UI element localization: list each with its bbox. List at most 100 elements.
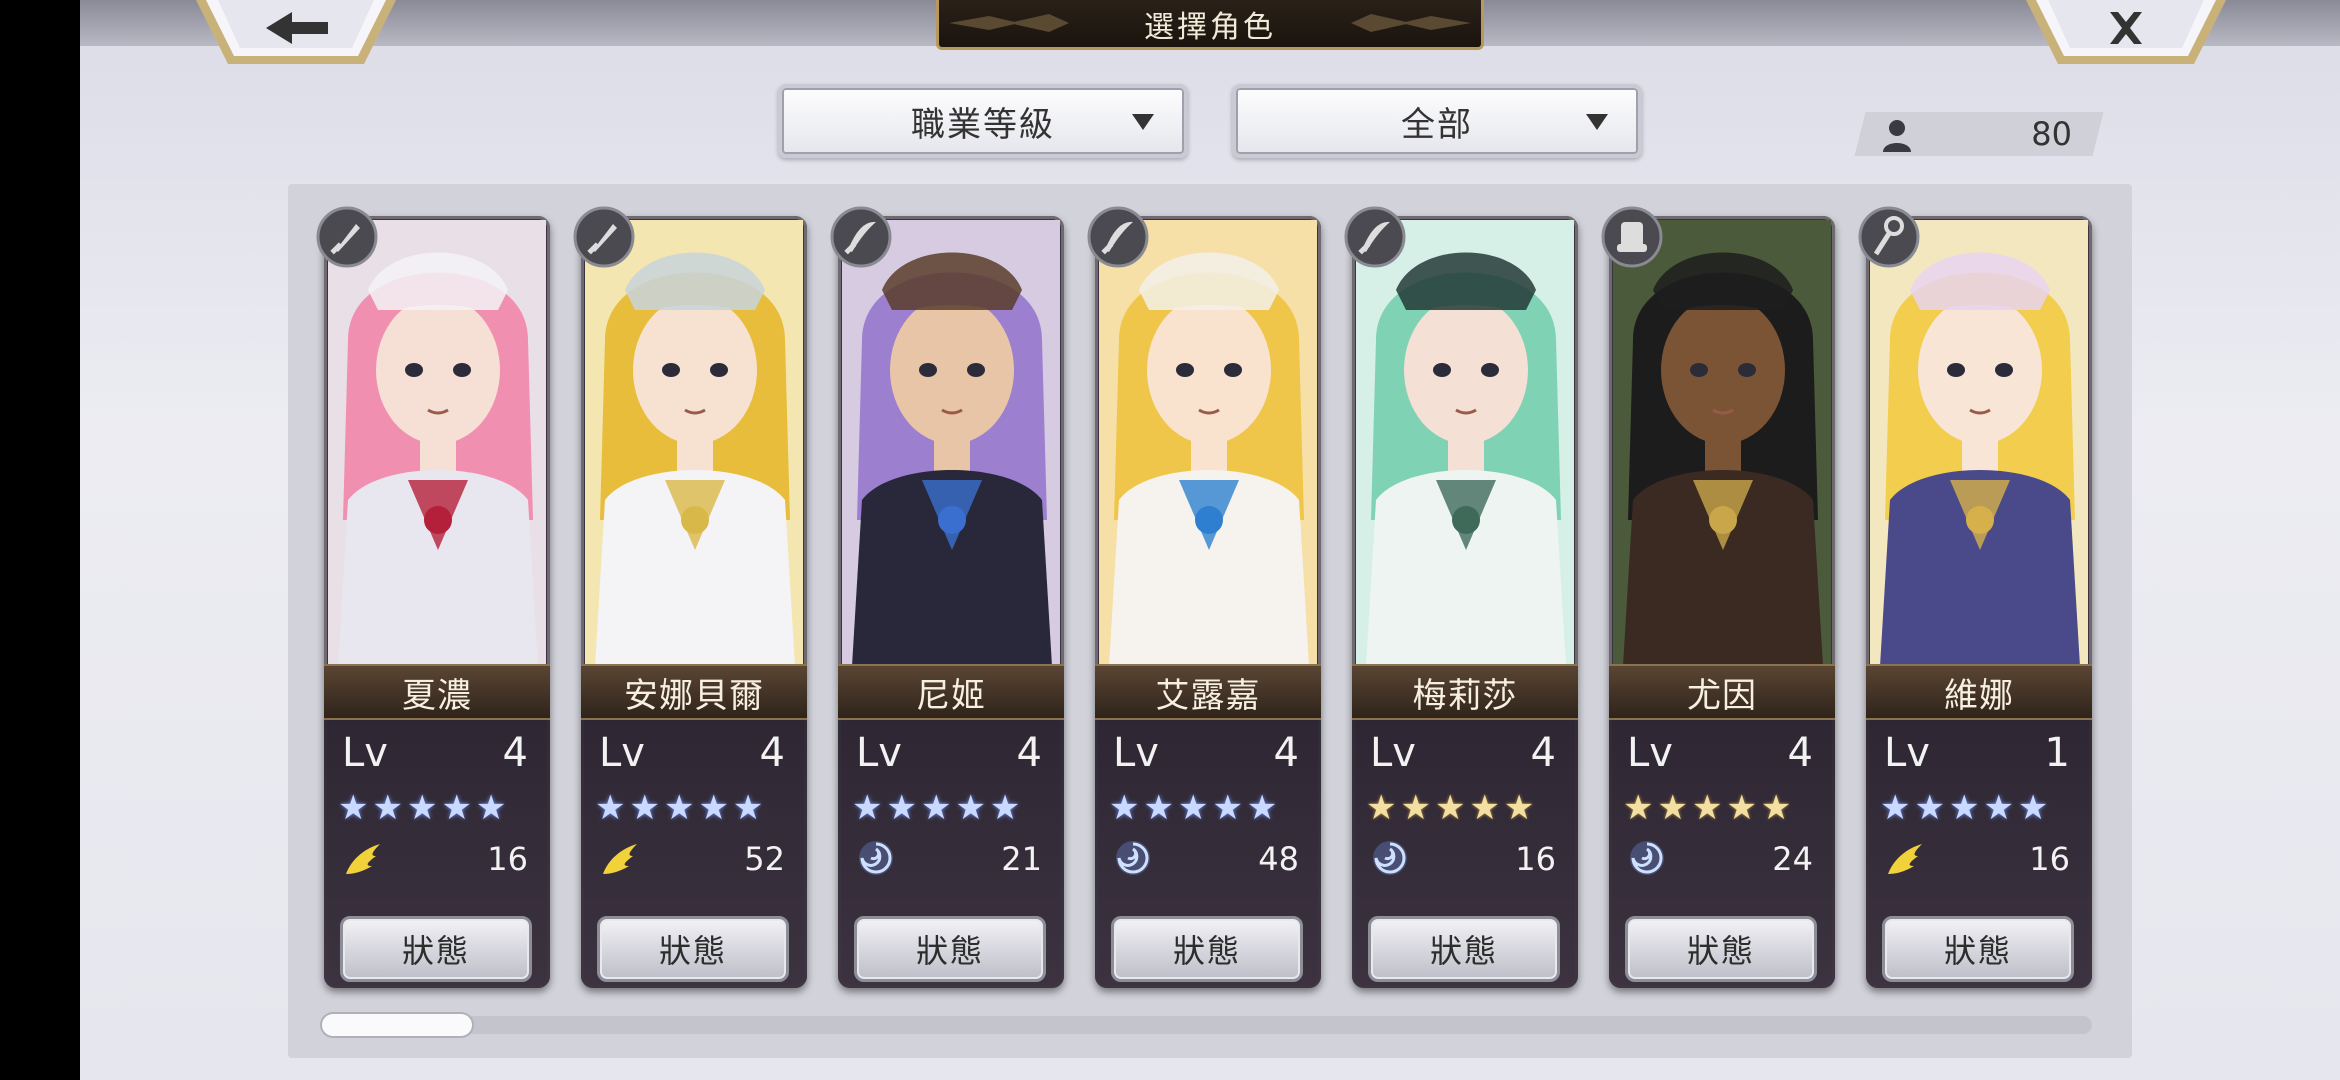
card-frame: 尤因 Lv 4 ★★★★★ 24 狀態 (1609, 216, 1835, 988)
character-card[interactable]: 梅莉莎 Lv 4 ★★★★★ 16 狀態 (1344, 206, 1578, 988)
card-frame: 艾露嘉 Lv 4 ★★★★★ 48 狀態 (1095, 216, 1321, 988)
close-icon (2026, 0, 2226, 64)
back-button[interactable] (196, 0, 396, 64)
character-portrait[interactable] (1099, 220, 1317, 666)
character-card[interactable]: 艾露嘉 Lv 4 ★★★★★ 48 狀態 (1087, 206, 1321, 988)
status-button[interactable]: 狀態 (1882, 916, 2074, 982)
level-value: 4 (1530, 730, 1556, 776)
character-portrait[interactable] (1356, 220, 1574, 666)
character-name: 梅莉莎 (1352, 664, 1578, 720)
character-portrait-art (842, 220, 1060, 666)
chevron-down-icon (1132, 114, 1154, 130)
level-label: Lv (599, 730, 645, 776)
status-button[interactable]: 狀態 (340, 916, 532, 982)
character-count: 80 (2031, 115, 2072, 153)
element-value: 16 (487, 840, 528, 878)
star-rating: ★★★★★ (338, 788, 511, 828)
staff-icon (1858, 206, 1920, 268)
category-dropdown[interactable]: 全部 (1232, 84, 1642, 158)
status-button[interactable]: 狀態 (597, 916, 789, 982)
level-value: 4 (502, 730, 528, 776)
status-button[interactable]: 狀態 (1625, 916, 1817, 982)
person-icon (1883, 120, 1911, 152)
blade-icon (1344, 206, 1406, 268)
level-label: Lv (1884, 730, 1930, 776)
level-label: Lv (1113, 730, 1159, 776)
arrow-left-icon (196, 0, 396, 64)
level-value: 4 (1273, 730, 1299, 776)
swirl-icon (856, 838, 896, 878)
character-name: 艾露嘉 (1095, 664, 1321, 720)
character-portrait[interactable] (1870, 220, 2088, 666)
status-button[interactable]: 狀態 (854, 916, 1046, 982)
ornament-icon (1351, 14, 1471, 32)
gauntlet-icon (1601, 206, 1663, 268)
swirl-icon (1627, 838, 1667, 878)
card-frame: 安娜貝爾 Lv 4 ★★★★★ 52 狀態 (581, 216, 807, 988)
character-portrait-art (1099, 220, 1317, 666)
character-info: Lv 4 ★★★★★ 52 狀態 (581, 720, 807, 988)
card-frame: 梅莉莎 Lv 4 ★★★★★ 16 狀態 (1352, 216, 1578, 988)
chevron-down-icon (1586, 114, 1608, 130)
close-button[interactable] (2026, 0, 2226, 64)
title-text: 選擇角色 (1144, 9, 1276, 45)
level-value: 4 (1016, 730, 1042, 776)
character-portrait[interactable] (585, 220, 803, 666)
level-value: 4 (759, 730, 785, 776)
element-value: 48 (1258, 840, 1299, 878)
card-frame: 尼姬 Lv 4 ★★★★★ 21 狀態 (838, 216, 1064, 988)
status-button[interactable]: 狀態 (1111, 916, 1303, 982)
horizontal-scrollbar[interactable] (322, 1016, 2092, 1034)
character-portrait[interactable] (1613, 220, 1831, 666)
sort-dropdown[interactable]: 職業等級 (778, 84, 1188, 158)
ornament-icon (949, 14, 1069, 32)
element-value: 16 (1515, 840, 1556, 878)
blade-icon (1087, 206, 1149, 268)
card-frame: 維娜 Lv 1 ★★★★★ 16 狀態 (1866, 216, 2092, 988)
sword-icon (316, 206, 378, 268)
element-value: 21 (1001, 840, 1042, 878)
character-info: Lv 1 ★★★★★ 16 狀態 (1866, 720, 2092, 988)
star-rating: ★★★★★ (1623, 788, 1796, 828)
character-portrait[interactable] (842, 220, 1060, 666)
character-portrait-art (1870, 220, 2088, 666)
character-card[interactable]: 夏濃 Lv 4 ★★★★★ 16 狀態 (316, 206, 550, 988)
character-name: 尤因 (1609, 664, 1835, 720)
star-rating: ★★★★★ (1366, 788, 1539, 828)
character-name: 維娜 (1866, 664, 2092, 720)
status-button[interactable]: 狀態 (1368, 916, 1560, 982)
swirl-icon (1113, 838, 1153, 878)
character-card[interactable]: 安娜貝爾 Lv 4 ★★★★★ 52 狀態 (573, 206, 807, 988)
card-frame: 夏濃 Lv 4 ★★★★★ 16 狀態 (324, 216, 550, 988)
blade-icon (830, 206, 892, 268)
character-name: 夏濃 (324, 664, 550, 720)
character-info: Lv 4 ★★★★★ 48 狀態 (1095, 720, 1321, 988)
character-portrait-art (328, 220, 546, 666)
level-label: Lv (1370, 730, 1416, 776)
wing-icon (1884, 838, 1924, 878)
character-card[interactable]: 尤因 Lv 4 ★★★★★ 24 狀態 (1601, 206, 1835, 988)
level-label: Lv (856, 730, 902, 776)
character-name: 安娜貝爾 (581, 664, 807, 720)
star-rating: ★★★★★ (1880, 788, 2053, 828)
character-info: Lv 4 ★★★★★ 16 狀態 (1352, 720, 1578, 988)
level-value: 4 (1787, 730, 1813, 776)
level-value: 1 (2044, 730, 2070, 776)
category-dropdown-label: 全部 (1401, 104, 1473, 145)
character-portrait-art (585, 220, 803, 666)
element-value: 24 (1772, 840, 1813, 878)
character-info: Lv 4 ★★★★★ 24 狀態 (1609, 720, 1835, 988)
element-value: 52 (744, 840, 785, 878)
character-card[interactable]: 尼姬 Lv 4 ★★★★★ 21 狀態 (830, 206, 1064, 988)
character-portrait-art (1613, 220, 1831, 666)
page-title: 選擇角色 (936, 0, 1484, 50)
swirl-icon (1370, 838, 1410, 878)
level-label: Lv (1627, 730, 1673, 776)
character-select-screen: 選擇角色 職業等級 全部 80 夏濃 Lv 4 ★★★★★ 16 狀態 安娜貝爾… (80, 0, 2340, 1080)
scroll-thumb[interactable] (322, 1014, 472, 1036)
character-portrait[interactable] (328, 220, 546, 666)
character-name: 尼姬 (838, 664, 1064, 720)
sort-dropdown-label: 職業等級 (911, 104, 1055, 145)
character-card[interactable]: 維娜 Lv 1 ★★★★★ 16 狀態 (1858, 206, 2092, 988)
level-label: Lv (342, 730, 388, 776)
